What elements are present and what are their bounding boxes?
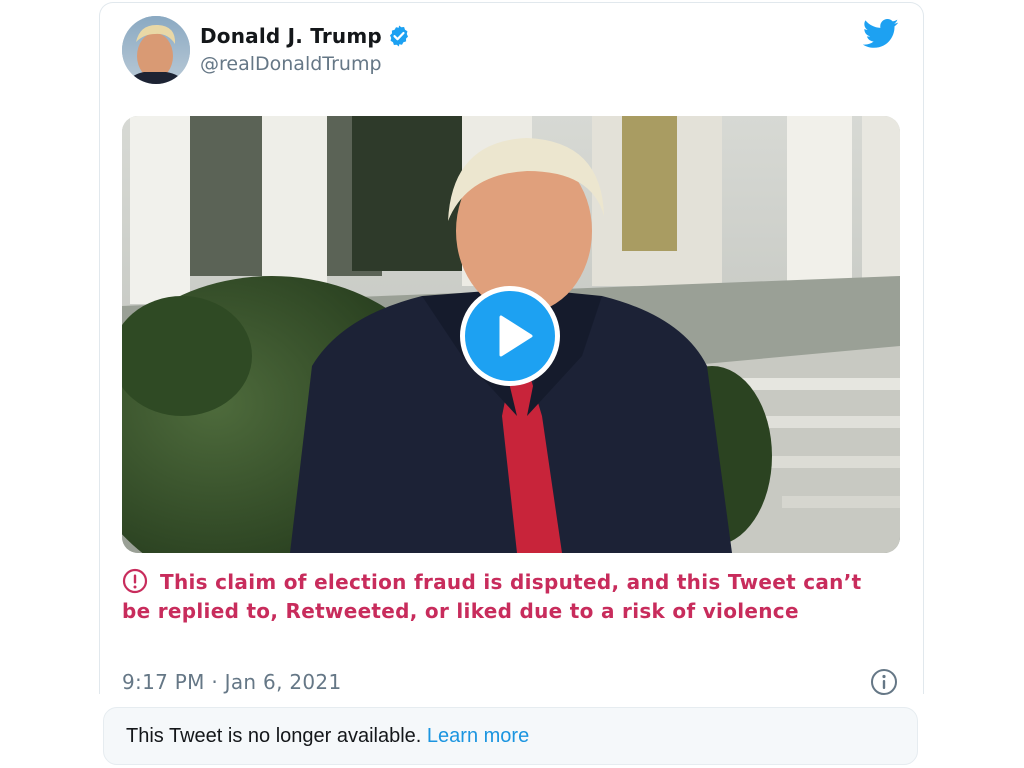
disputed-claim-warning[interactable]: This claim of election fraud is disputed…: [122, 568, 882, 626]
verified-badge-icon: [389, 25, 408, 47]
author-name[interactable]: Donald J. Trump: [200, 24, 411, 48]
avatar[interactable]: [122, 16, 190, 84]
info-icon[interactable]: [870, 668, 898, 696]
learn-more-link[interactable]: Learn more: [427, 725, 529, 747]
tweet-unavailable-notice: This Tweet is no longer available. Learn…: [103, 707, 918, 765]
tweet-card: Donald J. Trump @realDonaldTrump This cl…: [99, 2, 924, 696]
video-player[interactable]: [122, 116, 900, 553]
exclamation-circle-icon: [122, 568, 148, 594]
unavailable-text: This Tweet is no longer available.: [126, 725, 422, 747]
twitter-bird-icon[interactable]: [863, 18, 899, 50]
play-button[interactable]: [460, 286, 560, 386]
author-handle[interactable]: @realDonaldTrump: [200, 53, 382, 75]
tweet-timestamp[interactable]: 9:17 PM · Jan 6, 2021: [122, 670, 341, 694]
warning-text: This claim of election fraud is disputed…: [122, 570, 862, 623]
author-name-text: Donald J. Trump: [200, 24, 382, 48]
play-icon: [499, 315, 533, 357]
